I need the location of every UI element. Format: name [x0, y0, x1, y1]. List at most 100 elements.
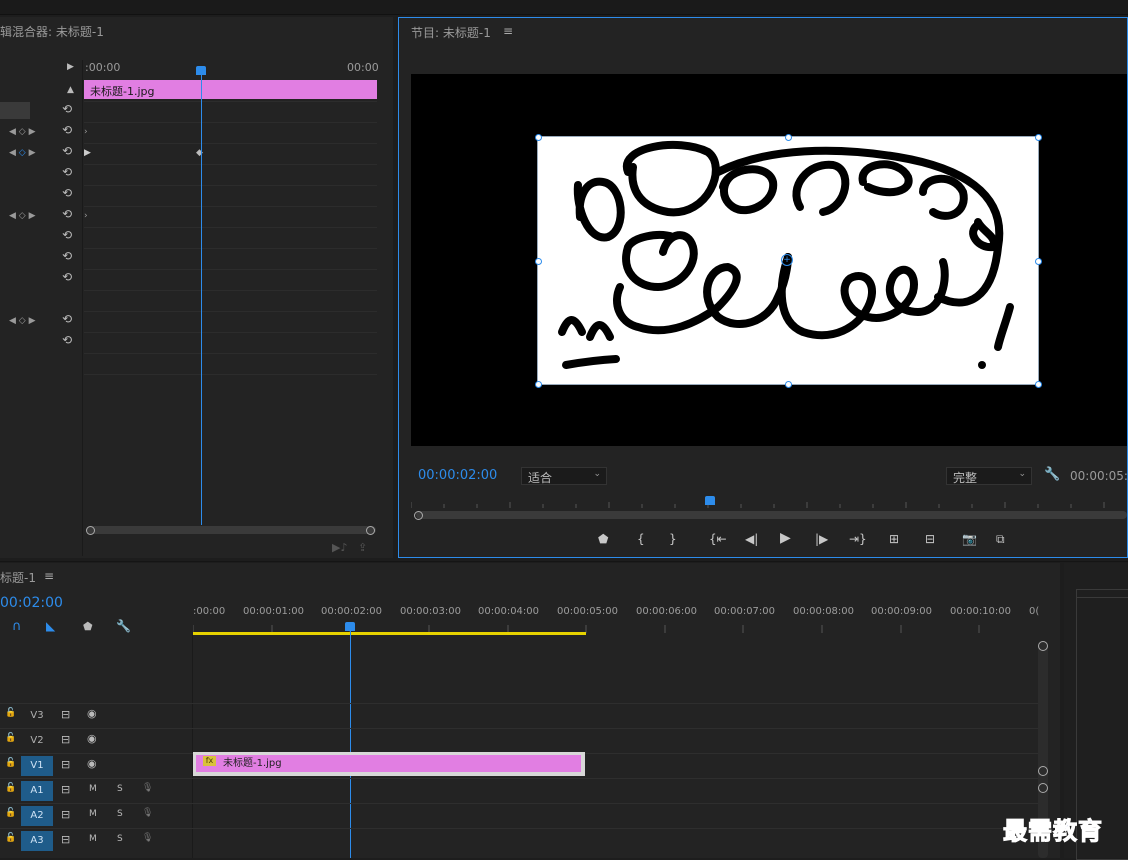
- timeline-ruler[interactable]: :00:00 00:00:01:00 00:00:02:00 00:00:03:00 0…: [193, 603, 1039, 633]
- keyframe-nav-icon[interactable]: ◀ ◇ ▶: [9, 316, 36, 326]
- scroll-handle-low-icon[interactable]: [1038, 783, 1048, 793]
- timeline-clip[interactable]: fx 未标题-1.jpg: [193, 752, 585, 776]
- reset-icon[interactable]: ⟲: [62, 103, 74, 115]
- monitor-scrollbar[interactable]: [416, 511, 1127, 519]
- keyframe-nav-icon[interactable]: ◀ ◇ ▶: [9, 211, 36, 221]
- solo-button[interactable]: S: [117, 784, 123, 794]
- lock-icon[interactable]: 🔓: [5, 808, 16, 818]
- reset-icon[interactable]: ⟲: [62, 334, 74, 346]
- keyframe-arrow-icon[interactable]: ›: [84, 211, 88, 221]
- transform-handle[interactable]: [535, 134, 542, 141]
- transform-handle[interactable]: [785, 134, 792, 141]
- transform-handle[interactable]: [1035, 258, 1042, 265]
- reset-icon[interactable]: ⟲: [62, 166, 74, 178]
- lift-button[interactable]: ⊞: [889, 532, 899, 546]
- extract-button[interactable]: ⊟: [925, 532, 935, 546]
- expand-arrow-icon[interactable]: ▶: [67, 62, 74, 72]
- microphone-icon[interactable]: 🎙: [142, 783, 153, 793]
- track-target-a3[interactable]: A3: [21, 831, 53, 851]
- mark-in-button[interactable]: {: [637, 532, 645, 546]
- scroll-handle-mid-icon[interactable]: [1038, 766, 1048, 776]
- add-marker-icon[interactable]: ⬟: [83, 620, 93, 633]
- lock-icon[interactable]: 🔓: [5, 833, 16, 843]
- reset-icon[interactable]: ⟲: [62, 187, 74, 199]
- collapse-arrow-icon[interactable]: ▲: [67, 85, 74, 95]
- reset-icon[interactable]: ⟲: [62, 208, 74, 220]
- track-target-a2[interactable]: A2: [21, 806, 53, 826]
- timeline-title[interactable]: 标题-1: [0, 569, 36, 586]
- program-timecode[interactable]: 00:00:02:00: [418, 468, 497, 483]
- compare-view-button[interactable]: ⧉: [996, 532, 1005, 546]
- eye-icon[interactable]: ◉: [87, 707, 97, 720]
- ec-playhead-handle[interactable]: [196, 66, 206, 75]
- reset-icon[interactable]: ⟲: [62, 271, 74, 283]
- mute-button[interactable]: M: [89, 809, 97, 819]
- wrench-icon[interactable]: 🔧: [116, 619, 131, 633]
- step-back-button[interactable]: ◀|: [745, 532, 758, 546]
- hamburger-icon[interactable]: ≡: [44, 569, 54, 583]
- keyframe-arrow-icon[interactable]: ▶: [84, 148, 91, 158]
- sync-lock-icon[interactable]: ⊟: [61, 833, 70, 846]
- track-target-v2[interactable]: V2: [21, 731, 53, 751]
- lock-icon[interactable]: 🔓: [5, 783, 16, 793]
- solo-button[interactable]: S: [117, 834, 123, 844]
- add-marker-button[interactable]: ⬟: [598, 532, 608, 546]
- go-to-in-button[interactable]: {⇤: [709, 532, 727, 546]
- microphone-icon[interactable]: 🎙: [142, 833, 153, 843]
- sync-lock-icon[interactable]: ⊟: [61, 758, 70, 771]
- reset-icon[interactable]: ⟲: [62, 250, 74, 262]
- fit-dropdown[interactable]: 适合 ⌄: [521, 467, 607, 485]
- play-button[interactable]: ▶: [780, 531, 791, 545]
- timeline-playhead-handle[interactable]: [345, 622, 355, 631]
- effect-controls-title[interactable]: 辑混合器: 未标题-1: [0, 23, 104, 40]
- solo-button[interactable]: S: [117, 809, 123, 819]
- work-area-bar[interactable]: [193, 632, 586, 635]
- property-slider[interactable]: [0, 102, 30, 119]
- step-forward-button[interactable]: |▶: [815, 532, 828, 546]
- image-layer[interactable]: +: [535, 134, 1042, 388]
- go-to-out-button[interactable]: ⇥}: [849, 532, 867, 546]
- mark-out-button[interactable]: }: [669, 532, 677, 546]
- quality-dropdown[interactable]: 完整 ⌄: [946, 467, 1032, 485]
- track-target-a1[interactable]: A1: [21, 781, 53, 801]
- sync-lock-icon[interactable]: ⊟: [61, 733, 70, 746]
- eye-icon[interactable]: ◉: [87, 757, 97, 770]
- reset-icon[interactable]: ⟲: [62, 313, 74, 325]
- track-target-v3[interactable]: V3: [21, 706, 53, 726]
- hamburger-icon[interactable]: ≡: [503, 24, 513, 38]
- microphone-icon[interactable]: 🎙: [142, 808, 153, 818]
- transform-handle[interactable]: [535, 258, 542, 265]
- export-icon[interactable]: ⇪: [358, 541, 367, 554]
- eye-icon[interactable]: ◉: [87, 732, 97, 745]
- video-frame[interactable]: +: [411, 74, 1127, 446]
- keyframe-arrow-icon[interactable]: ›: [84, 127, 88, 137]
- monitor-ruler[interactable]: [411, 496, 1127, 508]
- lock-icon[interactable]: 🔓: [5, 708, 16, 718]
- snap-icon[interactable]: ∩: [12, 619, 22, 634]
- transform-handle[interactable]: [1035, 134, 1042, 141]
- scroll-handle-right-icon[interactable]: [366, 526, 375, 535]
- timeline-timecode[interactable]: 00:02:00: [0, 595, 63, 611]
- transform-handle[interactable]: [535, 381, 542, 388]
- ec-ruler[interactable]: [84, 60, 377, 78]
- lock-icon[interactable]: 🔓: [5, 758, 16, 768]
- transform-handle[interactable]: [1035, 381, 1042, 388]
- linked-selection-icon[interactable]: ◣: [46, 619, 55, 633]
- program-monitor-title[interactable]: 节目: 未标题-1: [411, 24, 491, 41]
- mute-button[interactable]: M: [89, 834, 97, 844]
- camera-icon[interactable]: 📷: [962, 532, 977, 546]
- keyframe-nav-icon[interactable]: ◀ ◇ ▶: [9, 127, 36, 137]
- track-target-v1[interactable]: V1: [21, 756, 53, 776]
- sync-lock-icon[interactable]: ⊟: [61, 708, 70, 721]
- scroll-handle-top-icon[interactable]: [1038, 641, 1048, 651]
- sync-lock-icon[interactable]: ⊟: [61, 808, 70, 821]
- wrench-icon[interactable]: 🔧: [1044, 467, 1060, 482]
- transform-handle[interactable]: [785, 381, 792, 388]
- scroll-handle-left-icon[interactable]: [414, 511, 423, 520]
- sync-lock-icon[interactable]: ⊟: [61, 783, 70, 796]
- reset-icon[interactable]: ⟲: [62, 229, 74, 241]
- scroll-handle-left-icon[interactable]: [86, 526, 95, 535]
- audio-only-icon[interactable]: ▶♪: [332, 541, 347, 554]
- reset-icon[interactable]: ⟲: [62, 124, 74, 136]
- monitor-playhead[interactable]: [705, 496, 715, 505]
